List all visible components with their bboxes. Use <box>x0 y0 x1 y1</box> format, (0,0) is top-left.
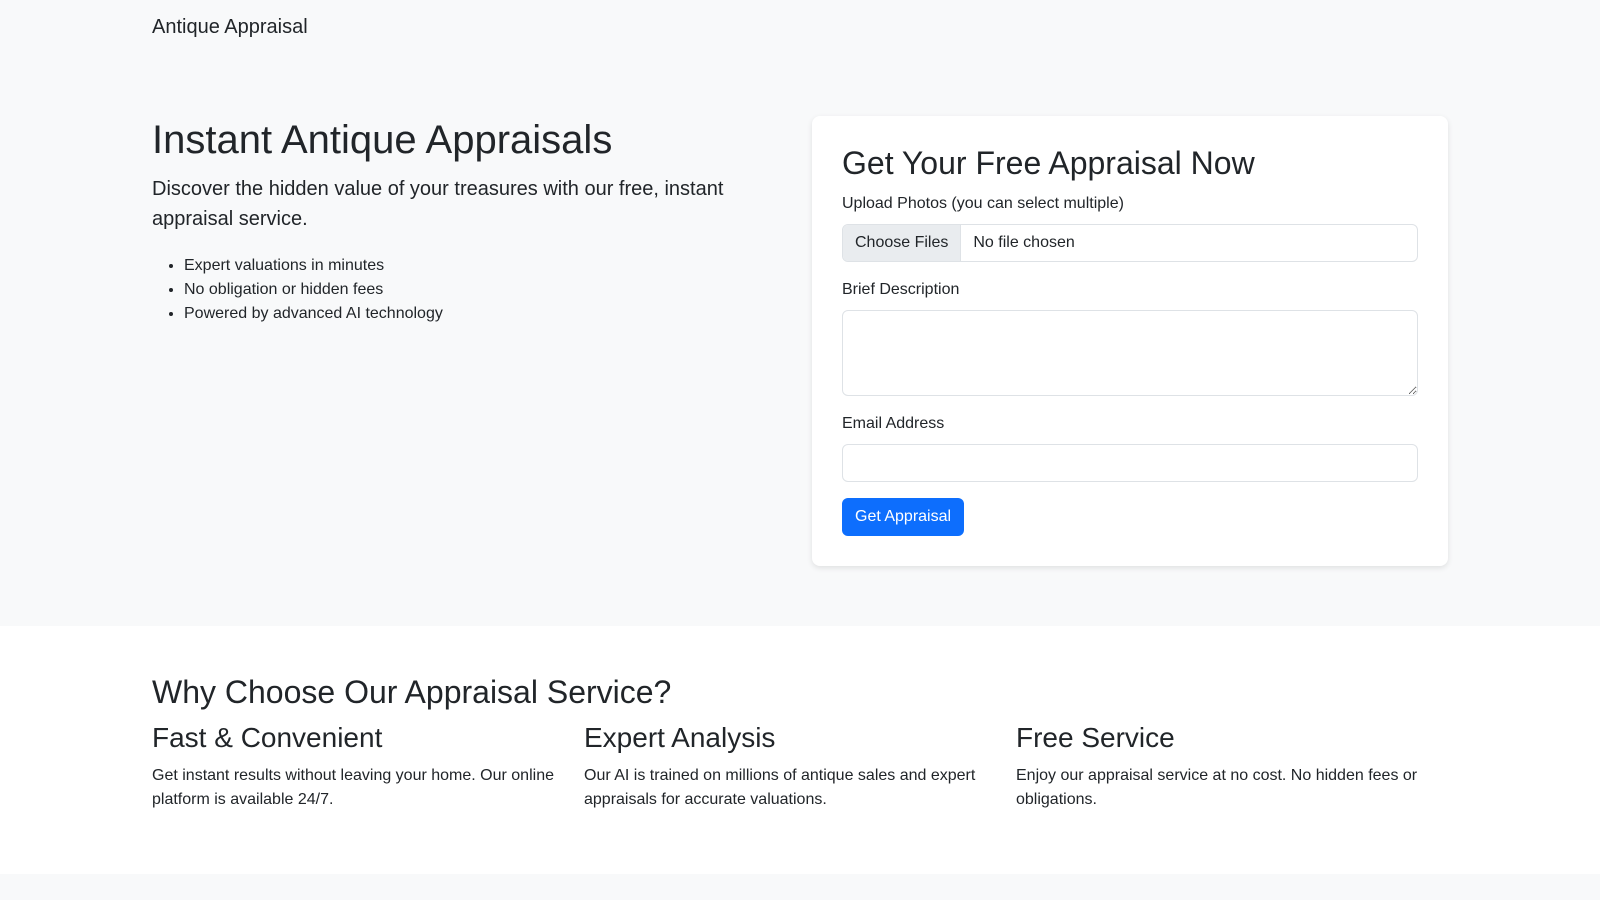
benefits-list: Expert valuations in minutes No obligati… <box>152 254 752 326</box>
hero-section: Instant Antique Appraisals Discover the … <box>0 56 1600 626</box>
feature-fast-convenient: Fast & Convenient Get instant results wi… <box>152 722 584 812</box>
navbar: Antique Appraisal <box>0 0 1600 56</box>
email-input[interactable] <box>842 444 1418 483</box>
upload-photos-label: Upload Photos (you can select multiple) <box>842 195 1124 213</box>
hero-title: Instant Antique Appraisals <box>152 118 613 162</box>
form-title: Get Your Free Appraisal Now <box>842 145 1255 181</box>
feature-text: Our AI is trained on millions of antique… <box>584 767 976 808</box>
choose-files-button[interactable]: Choose Files <box>843 225 962 262</box>
description-label: Brief Description <box>842 281 960 299</box>
brand-link[interactable]: Antique Appraisal <box>152 16 308 38</box>
feature-heading: Expert Analysis <box>584 722 776 753</box>
list-item: Expert valuations in minutes <box>184 254 752 278</box>
get-appraisal-button[interactable]: Get Appraisal <box>842 498 965 537</box>
features-title: Why Choose Our Appraisal Service? <box>152 674 672 710</box>
feature-heading: Free Service <box>1016 722 1175 753</box>
description-textarea[interactable] <box>842 310 1418 397</box>
features-section: Why Choose Our Appraisal Service? Fast &… <box>0 626 1600 874</box>
feature-heading: Fast & Convenient <box>152 722 383 753</box>
hero-lead: Discover the hidden value of your treasu… <box>152 178 724 230</box>
feature-expert-analysis: Expert Analysis Our AI is trained on mil… <box>584 722 1016 812</box>
list-item: No obligation or hidden fees <box>184 278 752 302</box>
footer-strip <box>0 874 1600 900</box>
feature-text: Enjoy our appraisal service at no cost. … <box>1016 767 1418 808</box>
file-status-text: No file chosen <box>973 234 1075 252</box>
hero-intro: Instant Antique Appraisals Discover the … <box>152 116 752 326</box>
list-item: Powered by advanced AI technology <box>184 302 752 326</box>
feature-text: Get instant results without leaving your… <box>152 767 554 808</box>
appraisal-form-card: Get Your Free Appraisal Now Upload Photo… <box>812 116 1448 566</box>
email-label: Email Address <box>842 415 945 433</box>
feature-columns: Fast & Convenient Get instant results wi… <box>152 722 1448 812</box>
photo-upload-input[interactable]: Choose Files No file chosen <box>842 224 1418 263</box>
feature-free-service: Free Service Enjoy our appraisal service… <box>1016 722 1448 812</box>
